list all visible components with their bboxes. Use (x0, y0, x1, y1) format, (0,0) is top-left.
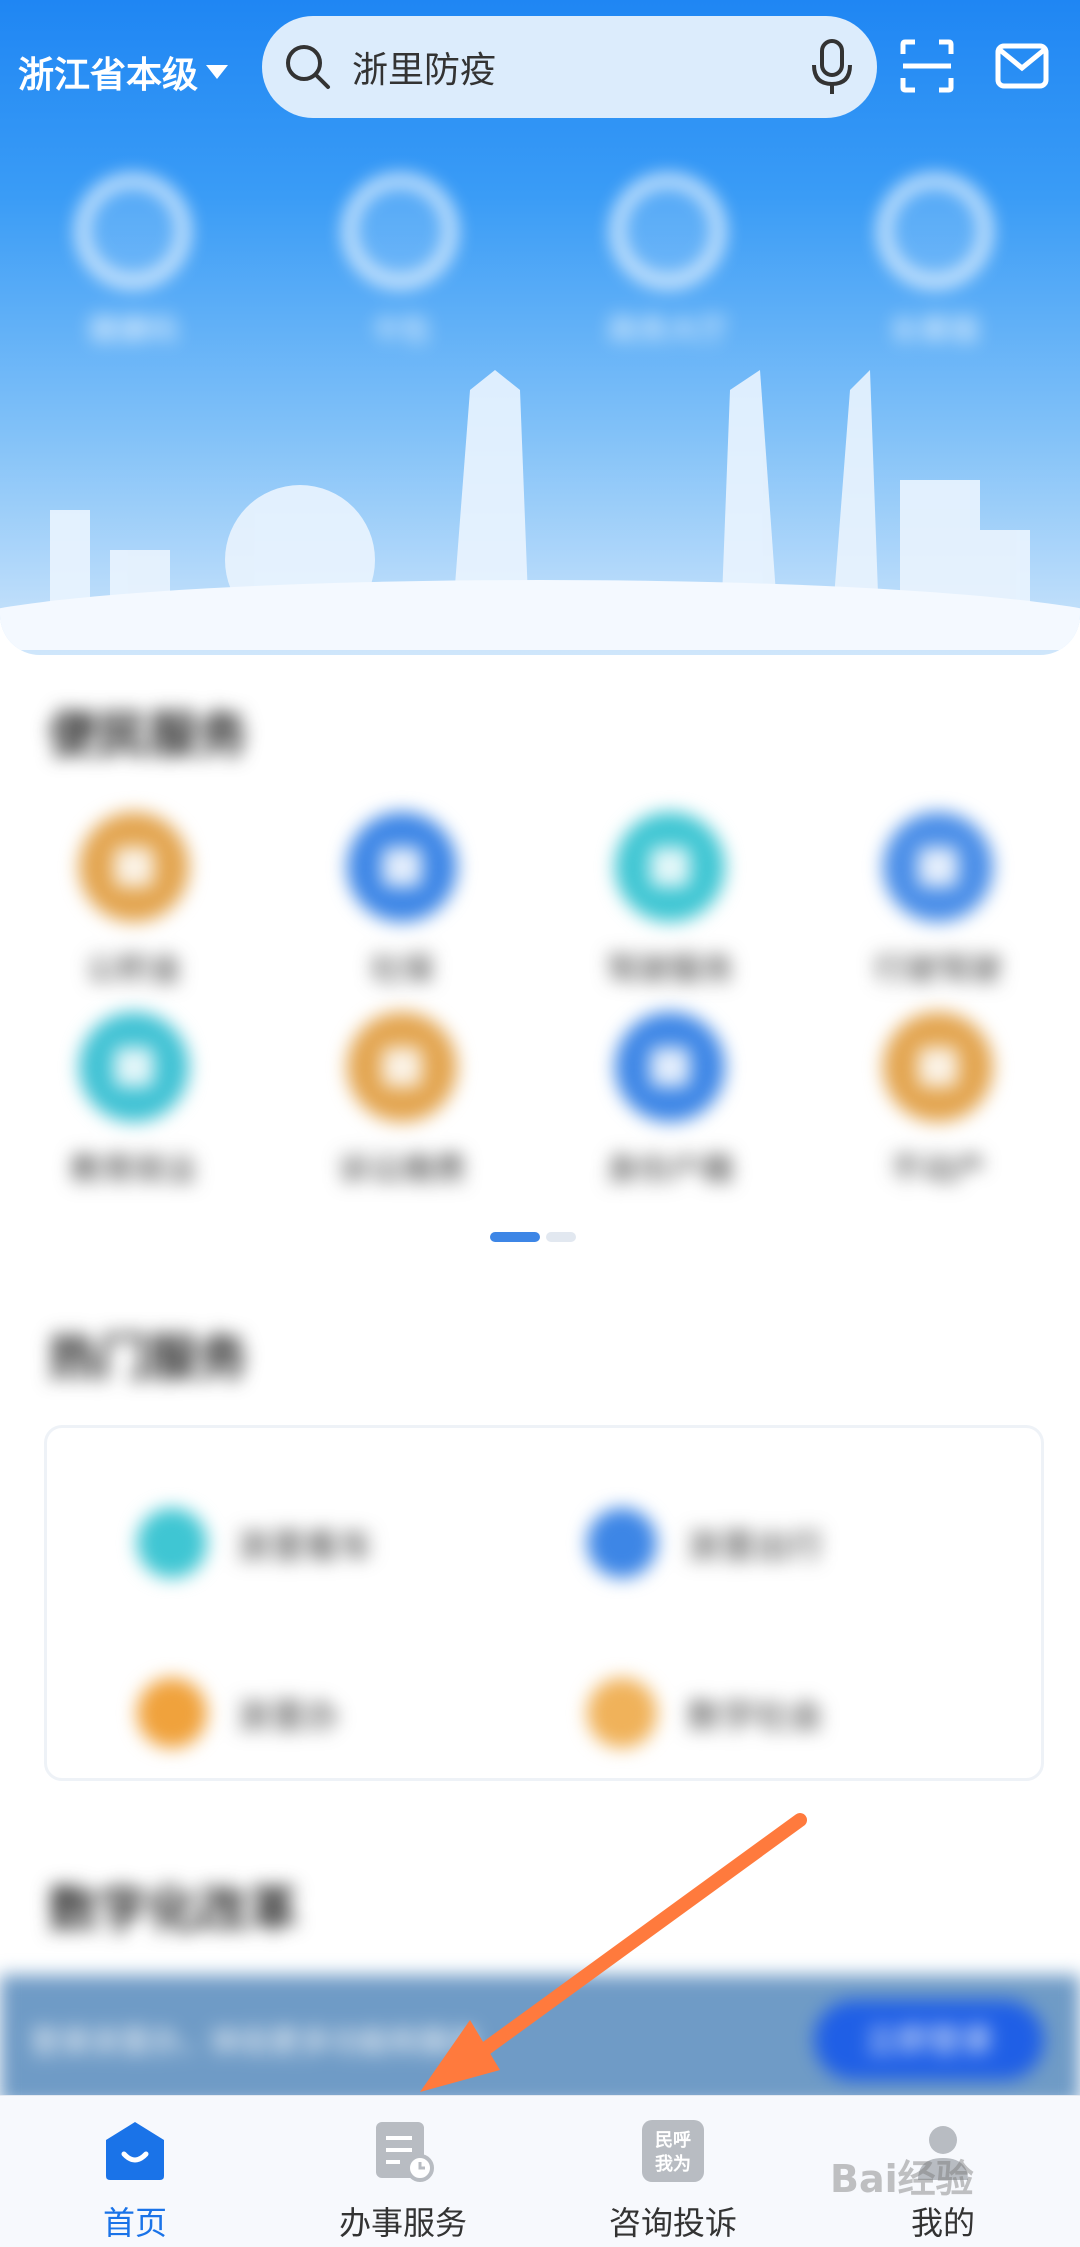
service-item[interactable]: 行驶驾驶 (868, 812, 1008, 990)
hot-service-label: 浙里出行 (687, 1526, 823, 1567)
quick-entry-health-code[interactable]: 健康码 (73, 175, 193, 349)
login-button[interactable]: 立即登录 (814, 2000, 1044, 2080)
service-item[interactable]: 驾驶服务 (600, 812, 740, 990)
document-icon (137, 1678, 207, 1748)
star-icon (137, 1508, 207, 1578)
id-card-icon (615, 1012, 725, 1122)
community-icon (587, 1678, 657, 1748)
service-label: 不动产 (889, 1150, 986, 1188)
service-item[interactable]: 公积金 (64, 812, 204, 990)
social-security-icon (347, 812, 457, 922)
hot-service-item[interactable]: 浙里办 (137, 1678, 339, 1748)
quick-entry-hall[interactable]: 政务大厅 (608, 175, 728, 349)
service-label: 诉讼缴费 (337, 1150, 466, 1188)
watermark: Bai经验 (830, 2157, 974, 2201)
section-title-digital: 数字化改革 (48, 1881, 298, 1939)
service-item[interactable]: 不动产 (868, 1012, 1008, 1190)
hero-banner: 浙江省本级 浙里防疫 健康码 卡包 政务大厅 长辈版 (0, 0, 1080, 655)
tab-label: 办事服务 (338, 2204, 467, 2242)
chevron-down-icon (206, 65, 229, 79)
service-label: 公积金 (85, 950, 182, 988)
route-icon (587, 1508, 657, 1578)
region-label: 浙江省本级 (18, 55, 199, 96)
service-label: 社保 (369, 950, 434, 988)
payment-icon (347, 1012, 457, 1122)
housing-fund-icon (79, 812, 189, 922)
quick-entry-label: 卡包 (370, 313, 430, 348)
quick-entry-label: 政务大厅 (608, 313, 728, 348)
microphone-icon[interactable] (809, 38, 855, 96)
search-icon (286, 45, 330, 89)
hot-services-card: 浙里看车 浙里出行 浙里办 数字社会 (44, 1425, 1044, 1781)
driving-service-icon (615, 812, 725, 922)
hall-icon (612, 175, 724, 287)
tab-label: 咨询投诉 (608, 2204, 737, 2242)
real-estate-icon (883, 1012, 993, 1122)
quick-entry-label: 健康码 (88, 313, 178, 348)
education-icon (79, 1012, 189, 1122)
tab-services[interactable]: 办事服务 (303, 2118, 503, 2244)
service-doc-icon (376, 2122, 434, 2182)
page-indicator (490, 1232, 576, 1242)
hot-service-item[interactable]: 浙里看车 (137, 1508, 373, 1578)
service-item[interactable]: 身份户籍 (600, 1012, 740, 1190)
complaint-icon: 民呼 我为 (642, 2120, 704, 2182)
health-code-icon (77, 175, 189, 287)
hot-service-label: 浙里看车 (237, 1526, 373, 1567)
service-label: 身份户籍 (605, 1150, 734, 1188)
hot-service-label: 数字社会 (687, 1696, 823, 1737)
section-title-convenience: 便民服务 (48, 706, 248, 764)
service-item[interactable]: 教育就业 (64, 1012, 204, 1190)
vehicle-icon (883, 812, 993, 922)
section-title-hot: 热门服务 (48, 1329, 248, 1387)
hot-service-item[interactable]: 浙里出行 (587, 1508, 823, 1578)
search-bar[interactable]: 浙里防疫 (262, 16, 877, 118)
search-input[interactable]: 浙里防疫 (352, 41, 496, 93)
service-item[interactable]: 诉讼缴费 (332, 1012, 472, 1190)
region-selector[interactable]: 浙江省本级 (18, 46, 229, 98)
svg-text:民呼: 民呼 (655, 2130, 691, 2151)
login-banner: 登录浙里办，体验更多功能和服务 立即登录 (0, 1975, 1080, 2105)
home-icon (106, 2122, 164, 2180)
top-bar: 浙江省本级 浙里防疫 (0, 0, 1080, 130)
mail-icon[interactable] (994, 38, 1050, 94)
service-label: 教育就业 (69, 1150, 198, 1188)
hot-service-item[interactable]: 数字社会 (587, 1678, 823, 1748)
tab-label: 我的 (910, 2204, 975, 2242)
quick-entry-elder[interactable]: 长辈版 (875, 175, 995, 349)
login-banner-text: 登录浙里办，体验更多功能和服务 (30, 2025, 480, 2060)
quick-entry-wallet[interactable]: 卡包 (340, 175, 460, 349)
city-skyline-illustration (0, 370, 1080, 650)
tab-complaint[interactable]: 民呼 我为 咨询投诉 (573, 2118, 773, 2244)
service-item[interactable]: 社保 (332, 812, 472, 990)
hot-service-label: 浙里办 (237, 1696, 339, 1737)
quick-entry-label: 长辈版 (890, 313, 980, 348)
svg-text:我为: 我为 (655, 2153, 691, 2175)
elder-icon (879, 175, 991, 287)
service-label: 行驶驾驶 (873, 950, 1002, 988)
wallet-icon (344, 175, 456, 287)
service-label: 驾驶服务 (605, 950, 734, 988)
tab-label: 首页 (102, 2204, 167, 2242)
scan-icon[interactable] (899, 38, 955, 94)
tab-home[interactable]: 首页 (35, 2118, 235, 2244)
